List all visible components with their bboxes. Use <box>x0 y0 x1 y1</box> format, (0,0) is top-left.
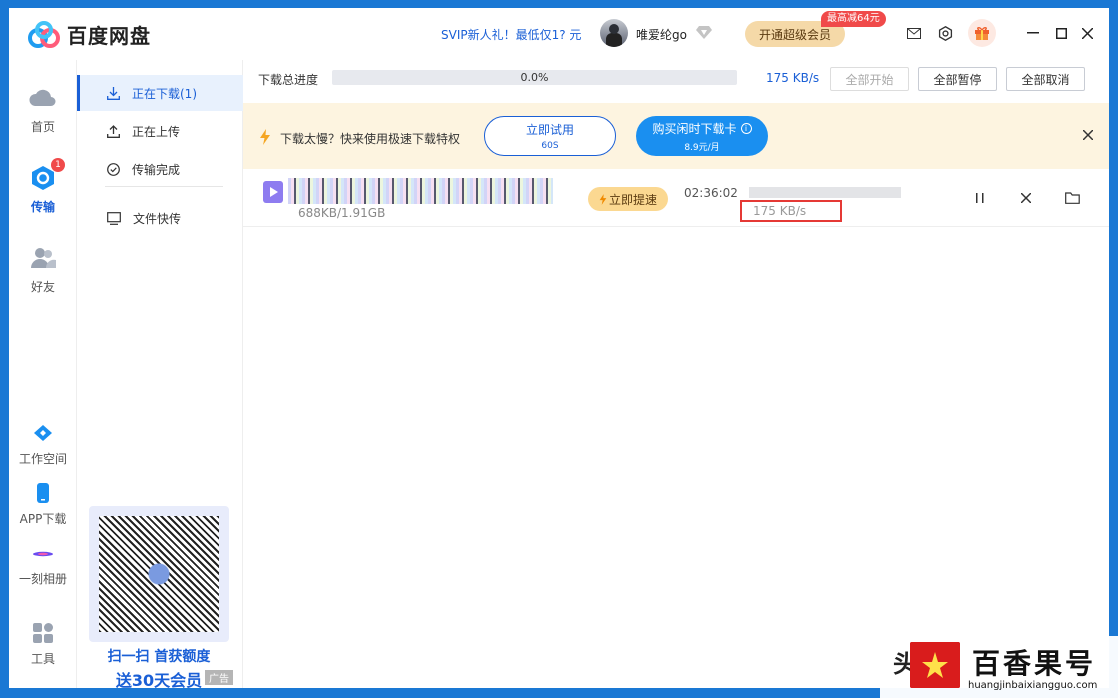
watermark-url: huangjinbaixiangguo.com <box>968 680 1098 691</box>
buy-label: 购买闲时下载卡 <box>652 121 737 136</box>
app-name: 百度网盘 <box>67 24 151 48</box>
svip-promo-link[interactable]: SVIP新人礼！最低仅1? 元 <box>441 26 581 43</box>
file-progress-bar <box>749 187 901 198</box>
download-row[interactable]: 688KB/1.91GB 立即提速 02:36:02 175 KB/s <box>243 169 1109 227</box>
subnav-label: 文件快传 <box>133 211 182 226</box>
username[interactable]: 唯爱纶go <box>636 26 687 43</box>
open-folder-button[interactable] <box>1063 189 1081 207</box>
info-icon: i <box>740 122 752 134</box>
tools-grid-icon <box>33 623 53 643</box>
time-remaining: 02:36:02 <box>684 186 738 200</box>
file-size: 688KB/1.91GB <box>298 206 386 220</box>
app-window: 百度网盘 SVIP新人礼！最低仅1? 元 唯爱纶go 开通超级会员 最高减64元 <box>9 8 1109 688</box>
transfer-subnav: 正在下载(1) 正在上传 传输完成 文件快传 扫一扫 首获额度 送30天会员 广… <box>77 60 243 688</box>
nav-label: 一刻相册 <box>18 572 67 586</box>
transfer-icon: 1 <box>29 158 65 192</box>
nav-label: 首页 <box>30 120 55 134</box>
nav-item-workspace[interactable]: 工作空间 <box>9 422 77 467</box>
watermark: 头 百香果号 huangjinbaixiangguo.com <box>880 636 1118 698</box>
trial-label: 立即试用 <box>525 123 574 137</box>
file-name-blurred <box>288 178 553 204</box>
buy-sub: 8.9元/月 <box>684 142 720 153</box>
video-file-icon <box>263 181 283 203</box>
start-all-button[interactable]: 全部开始 <box>830 67 909 91</box>
total-speed: 175 KB/s <box>766 71 820 85</box>
boost-label: 立即提速 <box>608 192 657 207</box>
subnav-item-completed[interactable]: 传输完成 <box>77 151 243 187</box>
app-logo: 百度网盘 <box>27 20 151 49</box>
monitor-icon <box>107 211 121 225</box>
album-icon <box>33 551 53 557</box>
trial-button[interactable]: 立即试用 60S <box>484 116 616 156</box>
vip-discount-badge: 最高减64元 <box>821 11 886 27</box>
nav-label: 工作空间 <box>18 452 67 466</box>
mail-icon[interactable] <box>905 24 923 42</box>
minimize-button[interactable] <box>1024 24 1042 42</box>
nav-label: 工具 <box>30 652 55 666</box>
title-bar: 百度网盘 SVIP新人礼！最低仅1? 元 唯爱纶go 开通超级会员 最高减64元 <box>9 8 1109 60</box>
nav-label: APP下载 <box>19 512 67 526</box>
ad-tag: 广告 <box>205 670 233 685</box>
lightning-icon <box>260 129 270 145</box>
cloud-icon <box>29 89 56 106</box>
nav-item-home[interactable]: 首页 <box>9 84 77 135</box>
subnav-label: 传输完成 <box>132 162 181 177</box>
nav-item-friends[interactable]: 好友 <box>9 244 77 295</box>
baidu-netdisk-logo-icon <box>28 20 60 48</box>
total-progress-label: 下载总进度 <box>258 73 319 87</box>
nav-label: 传输 <box>30 200 55 214</box>
phone-icon <box>37 483 49 503</box>
nav-item-album[interactable]: 一刻相册 <box>9 544 77 587</box>
subnav-item-quick-transfer[interactable]: 文件快传 <box>77 200 243 236</box>
gift-icon[interactable] <box>968 19 996 47</box>
watermark-title: 百香果号 <box>972 647 1097 680</box>
transfer-badge: 1 <box>51 158 65 172</box>
avatar[interactable] <box>600 19 628 47</box>
nav-item-tools[interactable]: 工具 <box>9 622 77 667</box>
subnav-label: 正在下载(1) <box>132 86 197 101</box>
pause-button[interactable] <box>971 189 989 207</box>
cancel-download-button[interactable] <box>1017 189 1035 207</box>
buy-card-button[interactable]: 购买闲时下载卡 i 8.9元/月 <box>636 116 768 156</box>
download-panel: 下载总进度 0.0% 175 KB/s 全部开始 全部暂停 全部取消 下载太慢？… <box>243 60 1109 688</box>
nav-label: 好友 <box>30 280 55 294</box>
subnav-divider <box>105 186 223 187</box>
friends-icon <box>31 248 56 268</box>
workspace-icon <box>34 425 52 441</box>
file-speed: 175 KB/s <box>740 200 842 222</box>
nav-item-transfer[interactable]: 1 传输 <box>9 158 77 215</box>
qr-caption-line1: 扫一扫 首获额度 <box>107 649 211 665</box>
diamond-icon[interactable] <box>696 25 712 39</box>
speedup-banner: 下载太慢？快来使用极速下载特权 立即试用 60S 购买闲时下载卡 i 8.9元/月 <box>243 103 1109 169</box>
qr-code[interactable] <box>89 506 229 642</box>
close-button[interactable] <box>1078 24 1096 42</box>
subnav-label: 正在上传 <box>132 124 181 139</box>
cancel-all-button[interactable]: 全部取消 <box>1006 67 1085 91</box>
close-icon[interactable] <box>1081 129 1095 143</box>
download-icon <box>107 86 120 100</box>
subnav-item-uploading[interactable]: 正在上传 <box>77 113 243 149</box>
lightning-icon <box>599 193 607 205</box>
total-progress-percent: 0.0% <box>520 71 549 84</box>
banner-text: 下载太慢？快来使用极速下载特权 <box>280 132 461 146</box>
boost-button[interactable]: 立即提速 <box>588 187 668 211</box>
subnav-item-downloading[interactable]: 正在下载(1) <box>77 75 243 111</box>
trial-sub: 60S <box>541 141 559 151</box>
upload-icon <box>107 124 120 138</box>
main-nav: 首页 1 传输 好友 工作空间 APP下载 一刻相册 工具 <box>9 60 77 688</box>
check-circle-icon <box>107 162 120 176</box>
pause-all-button[interactable]: 全部暂停 <box>918 67 997 91</box>
settings-icon[interactable] <box>936 24 954 42</box>
watermark-logo-icon <box>910 642 960 688</box>
maximize-button[interactable] <box>1052 24 1070 42</box>
nav-item-app-download[interactable]: APP下载 <box>9 482 77 527</box>
